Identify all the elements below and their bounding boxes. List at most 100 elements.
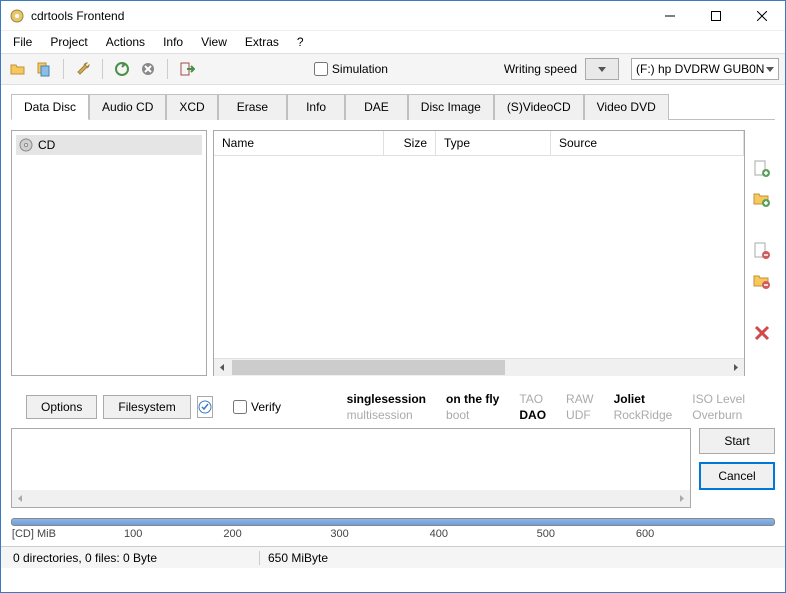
ruler-tick: 500 xyxy=(537,528,555,540)
scroll-thumb[interactable] xyxy=(232,360,505,375)
scroll-track[interactable] xyxy=(231,359,727,376)
log-h-scrollbar[interactable] xyxy=(12,490,690,507)
verify-checkbox[interactable]: Verify xyxy=(233,400,281,414)
toolbar-separator xyxy=(167,59,168,79)
col-size[interactable]: Size xyxy=(384,131,436,155)
list-h-scrollbar[interactable] xyxy=(214,358,744,375)
ruler-ticks: [CD] MiB 100 200 300 400 500 600 xyxy=(11,528,775,544)
check-indicator-icon[interactable] xyxy=(197,396,213,418)
menu-project[interactable]: Project xyxy=(42,32,95,52)
tab-data-disc[interactable]: Data Disc xyxy=(11,94,89,120)
writing-speed-label: Writing speed xyxy=(504,62,577,76)
list-body[interactable] xyxy=(214,156,744,358)
disc-tree[interactable]: CD xyxy=(11,130,207,376)
tab-svcd[interactable]: (S)VideoCD xyxy=(494,94,584,120)
tab-xcd[interactable]: XCD xyxy=(166,94,217,120)
mode-udf: UDF xyxy=(566,408,594,422)
window-controls xyxy=(647,1,785,31)
simulation-checkbox[interactable]: Simulation xyxy=(314,62,388,76)
drive-dropdown[interactable]: (F:) hp DVDRW GUB0N xyxy=(631,58,779,80)
tab-erase[interactable]: Erase xyxy=(218,94,287,120)
maximize-button[interactable] xyxy=(693,1,739,31)
tab-video-dvd[interactable]: Video DVD xyxy=(584,94,669,120)
tab-audio-cd[interactable]: Audio CD xyxy=(89,94,166,120)
simulation-checkbox-input[interactable] xyxy=(314,62,328,76)
mode-singlesession: singlesession xyxy=(347,392,426,406)
remove-file-icon[interactable] xyxy=(751,240,773,262)
list-header: Name Size Type Source xyxy=(214,131,744,156)
mode-joliet: Joliet xyxy=(614,392,673,406)
col-source[interactable]: Source xyxy=(551,131,744,155)
wrench-icon[interactable] xyxy=(72,58,94,80)
ruler-tick: 400 xyxy=(430,528,448,540)
scroll-left-arrow[interactable] xyxy=(214,359,231,376)
cancel-disc-icon[interactable] xyxy=(137,58,159,80)
options-row: Options Filesystem Verify singlesession … xyxy=(1,386,785,428)
status-capacity: 650 MiByte xyxy=(260,551,336,565)
ruler-tick: 600 xyxy=(636,528,654,540)
menubar: File Project Actions Info View Extras ? xyxy=(1,31,785,53)
writing-speed-dropdown[interactable] xyxy=(585,58,619,80)
tree-root-item[interactable]: CD xyxy=(16,135,202,155)
menu-info[interactable]: Info xyxy=(155,32,191,52)
log-scroll-right[interactable] xyxy=(673,490,690,507)
copy-icon[interactable] xyxy=(33,58,55,80)
add-folder-icon[interactable] xyxy=(751,188,773,210)
toolbar: Simulation Writing speed (F:) hp DVDRW G… xyxy=(1,53,785,85)
tab-disc-image[interactable]: Disc Image xyxy=(408,94,494,120)
filesystem-button[interactable]: Filesystem xyxy=(103,395,190,419)
remove-folder-icon[interactable] xyxy=(751,270,773,292)
window-title: cdrtools Frontend xyxy=(31,9,647,23)
log-action-row: Start Cancel xyxy=(1,428,785,514)
simulation-label: Simulation xyxy=(332,62,388,76)
tab-dae[interactable]: DAE xyxy=(345,94,408,120)
titlebar: cdrtools Frontend xyxy=(1,1,785,31)
mode-overburn: Overburn xyxy=(692,408,745,422)
start-button[interactable]: Start xyxy=(699,428,775,454)
verify-label: Verify xyxy=(251,400,281,414)
mode-multisession: multisession xyxy=(347,408,426,422)
col-type[interactable]: Type xyxy=(436,131,551,155)
mode-isolevel: ISO Level xyxy=(692,392,745,406)
file-list[interactable]: Name Size Type Source xyxy=(213,130,745,376)
delete-icon[interactable] xyxy=(751,322,773,344)
minimize-button[interactable] xyxy=(647,1,693,31)
scroll-right-arrow[interactable] xyxy=(727,359,744,376)
cancel-button[interactable]: Cancel xyxy=(699,462,775,490)
disc-icon xyxy=(18,137,34,153)
ruler-tick: 200 xyxy=(223,528,241,540)
menu-view[interactable]: View xyxy=(193,32,235,52)
tree-root-label: CD xyxy=(38,138,55,152)
mode-raw: RAW xyxy=(566,392,594,406)
ruler-unit: [CD] MiB xyxy=(12,528,56,540)
tab-info[interactable]: Info xyxy=(287,94,345,120)
tabstrip: Data Disc Audio CD XCD Erase Info DAE Di… xyxy=(11,93,775,120)
close-button[interactable] xyxy=(739,1,785,31)
menu-help[interactable]: ? xyxy=(289,32,312,52)
status-bar: 0 directories, 0 files: 0 Byte 650 MiByt… xyxy=(1,546,785,568)
mode-tao: TAO xyxy=(519,392,546,406)
toolbar-separator xyxy=(102,59,103,79)
menu-extras[interactable]: Extras xyxy=(237,32,287,52)
ruler-tick: 100 xyxy=(124,528,142,540)
add-file-icon[interactable] xyxy=(751,158,773,180)
log-output[interactable] xyxy=(11,428,691,508)
log-scroll-left[interactable] xyxy=(12,490,29,507)
open-folder-icon[interactable] xyxy=(7,58,29,80)
mode-indicators: singlesession on the fly TAO RAW Joliet … xyxy=(347,392,745,422)
options-button[interactable]: Options xyxy=(26,395,97,419)
drive-label: (F:) hp DVDRW GUB0N xyxy=(636,62,766,76)
main-area: CD Name Size Type Source xyxy=(1,120,785,386)
mode-dao: DAO xyxy=(519,408,546,422)
menu-actions[interactable]: Actions xyxy=(98,32,153,52)
capacity-bar xyxy=(11,518,775,526)
status-left: 0 directories, 0 files: 0 Byte xyxy=(5,551,260,565)
col-name[interactable]: Name xyxy=(214,131,384,155)
refresh-disc-icon[interactable] xyxy=(111,58,133,80)
ruler-tick: 300 xyxy=(330,528,348,540)
menu-file[interactable]: File xyxy=(5,32,40,52)
action-buttons: Start Cancel xyxy=(699,428,775,508)
mode-rockridge: RockRidge xyxy=(614,408,673,422)
verify-checkbox-input[interactable] xyxy=(233,400,247,414)
exit-icon[interactable] xyxy=(176,58,198,80)
